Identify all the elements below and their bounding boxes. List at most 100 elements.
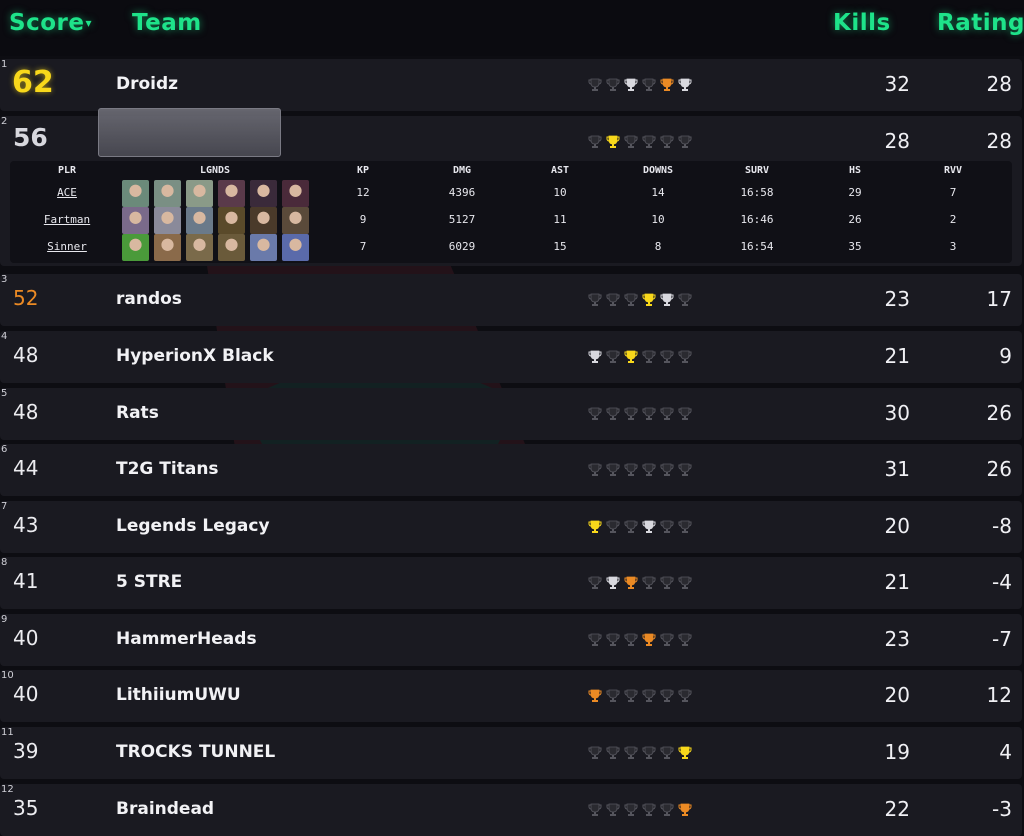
- game-placements: [588, 407, 692, 421]
- rank-number: 8: [1, 557, 8, 568]
- trophy-empty-icon: [606, 746, 620, 759]
- team-kills: 31: [884, 457, 910, 481]
- col-ast: AST: [550, 165, 570, 176]
- team-row[interactable]: 8 41 5 STRE 21 -4: [0, 557, 1022, 609]
- trophy-empty-icon: [624, 689, 638, 702]
- team-kills: 23: [884, 287, 910, 311]
- stat-dmg: 4396: [448, 186, 476, 199]
- trophy-gold-icon: [642, 293, 656, 306]
- trophy-empty-icon: [660, 463, 674, 476]
- trophy-empty-icon: [660, 350, 674, 363]
- trophy-empty-icon: [642, 135, 656, 148]
- rank-number: 12: [1, 784, 14, 795]
- kills-column-header[interactable]: Kills: [833, 10, 891, 36]
- legend-portrait-icon: [122, 234, 149, 261]
- game-placements: [588, 78, 692, 92]
- stat-ast: 10: [553, 186, 567, 199]
- legend-portrait-icon: [282, 180, 309, 207]
- trophy-empty-icon: [624, 633, 638, 646]
- team-rating: -4: [992, 570, 1012, 594]
- team-row[interactable]: 10 40 LithiiumUWU 20 12: [0, 670, 1022, 722]
- trophy-empty-icon: [624, 520, 638, 533]
- trophy-empty-icon: [624, 463, 638, 476]
- rating-column-header[interactable]: Rating: [937, 10, 1024, 36]
- team-row[interactable]: 4 48 HyperionX Black 21 9: [0, 331, 1022, 383]
- team-name: Droidz: [116, 74, 179, 94]
- trophy-empty-icon: [678, 135, 692, 148]
- team-row[interactable]: 5 48 Rats 30 26: [0, 388, 1022, 440]
- stat-rvv: 2: [949, 213, 957, 226]
- col-rvv: RVV: [943, 165, 963, 176]
- trophy-empty-icon: [678, 520, 692, 533]
- legend-portrait-icon: [122, 180, 149, 207]
- team-row[interactable]: 1 62 Droidz 32 28: [0, 59, 1022, 111]
- team-kills: 20: [884, 683, 910, 707]
- trophy-empty-icon: [606, 407, 620, 420]
- trophy-bronze-icon: [660, 78, 674, 91]
- col-lgnds: LGNDS: [199, 165, 231, 176]
- team-rating: 28: [986, 72, 1012, 96]
- team-rating: 12: [986, 683, 1012, 707]
- trophy-empty-icon: [660, 803, 674, 816]
- redacted-team-name: [98, 108, 281, 157]
- game-placements: [588, 350, 692, 364]
- trophy-empty-icon: [678, 576, 692, 589]
- player-name-link[interactable]: ACE: [57, 186, 77, 199]
- team-row[interactable]: 11 39 TROCKS TUNNEL 19 4: [0, 727, 1022, 779]
- legend-portrait-icon: [186, 207, 213, 234]
- stat-surv: 16:54: [740, 240, 774, 253]
- score-column-header[interactable]: Score▾: [9, 10, 92, 36]
- legend-portrait-icon: [218, 207, 245, 234]
- stat-ast: 11: [553, 213, 567, 226]
- team-row[interactable]: 3 52 randos 23 17: [0, 274, 1022, 326]
- stat-kp: 7: [359, 240, 367, 253]
- leaderboard-header: Score▾ Team Kills Rating: [0, 0, 1024, 56]
- player-name-link[interactable]: Fartman: [44, 213, 90, 226]
- trophy-empty-icon: [606, 633, 620, 646]
- trophy-gold-icon: [588, 520, 602, 533]
- team-kills: 23: [884, 627, 910, 651]
- trophy-empty-icon: [588, 576, 602, 589]
- trophy-empty-icon: [660, 520, 674, 533]
- team-row[interactable]: 6 44 T2G Titans 31 26: [0, 444, 1022, 496]
- trophy-gold-icon: [606, 135, 620, 148]
- team-column-header[interactable]: Team: [132, 10, 202, 36]
- sort-desc-icon[interactable]: ▾: [85, 16, 92, 30]
- trophy-empty-icon: [588, 135, 602, 148]
- team-name: randos: [116, 289, 182, 309]
- trophy-gold-icon: [624, 350, 638, 363]
- team-name: Legends Legacy: [116, 516, 270, 536]
- stat-kp: 12: [356, 186, 370, 199]
- player-name-link[interactable]: Sinner: [47, 240, 87, 253]
- trophy-empty-icon: [588, 293, 602, 306]
- stat-hs: 35: [848, 240, 862, 253]
- col-kp: KP: [356, 165, 370, 176]
- trophy-empty-icon: [606, 350, 620, 363]
- trophy-empty-icon: [606, 463, 620, 476]
- col-hs: HS: [848, 165, 862, 176]
- legend-portrait-icon: [186, 234, 213, 261]
- team-score: 35: [13, 796, 39, 820]
- team-row[interactable]: 9 40 HammerHeads 23 -7: [0, 614, 1022, 666]
- trophy-silver-icon: [678, 78, 692, 91]
- trophy-empty-icon: [660, 689, 674, 702]
- team-score: 40: [13, 682, 39, 706]
- trophy-empty-icon: [606, 803, 620, 816]
- trophy-empty-icon: [588, 463, 602, 476]
- team-name: 5 STRE: [116, 572, 183, 592]
- stat-surv: 16:46: [740, 213, 774, 226]
- team-rating: 4: [999, 740, 1012, 764]
- rank-number: 3: [1, 274, 8, 285]
- stat-dmg: 6029: [448, 240, 476, 253]
- trophy-empty-icon: [606, 689, 620, 702]
- team-row[interactable]: 7 43 Legends Legacy 20 -8: [0, 501, 1022, 553]
- game-placements: [588, 576, 692, 590]
- game-placements: [588, 689, 692, 703]
- trophy-silver-icon: [606, 576, 620, 589]
- team-rating: 28: [986, 129, 1012, 153]
- team-row[interactable]: 12 35 Braindead 22 -3: [0, 784, 1022, 836]
- team-score: 44: [13, 456, 39, 480]
- trophy-empty-icon: [642, 463, 656, 476]
- trophy-empty-icon: [642, 350, 656, 363]
- team-rating: 9: [999, 344, 1012, 368]
